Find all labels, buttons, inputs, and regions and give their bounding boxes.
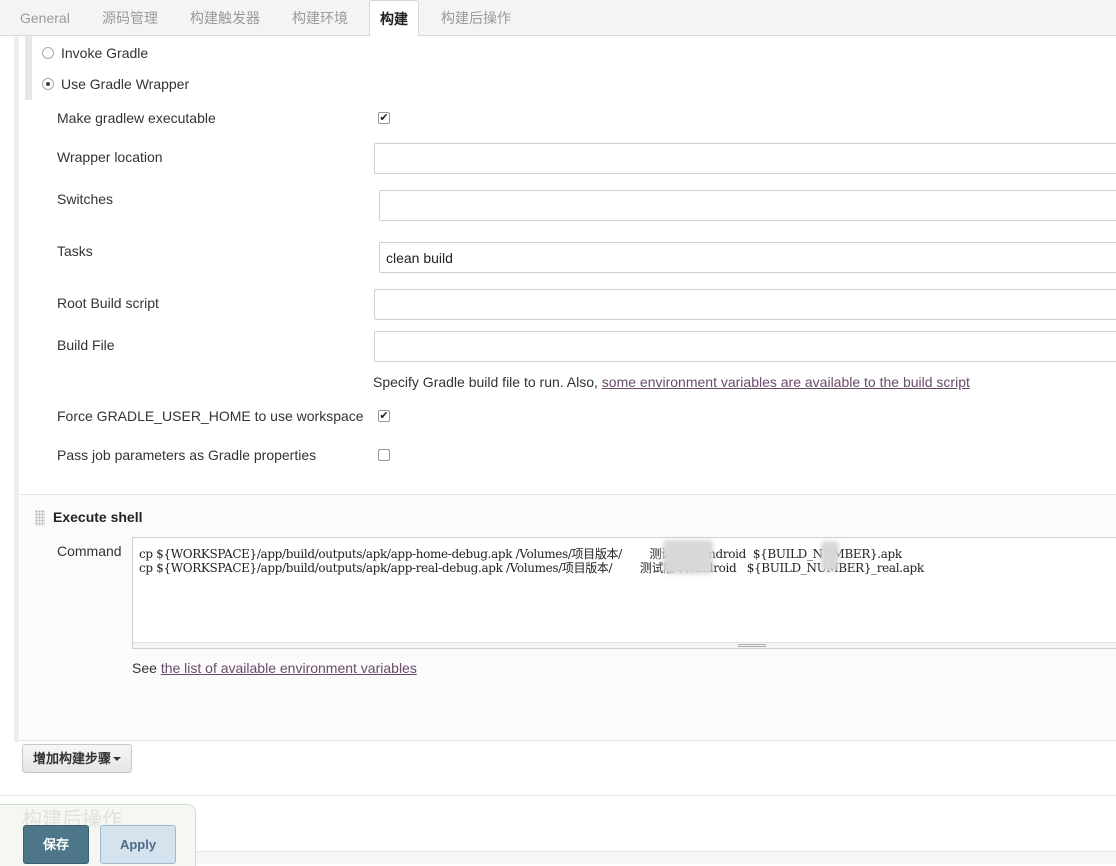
apply-button[interactable]: Apply [100, 825, 176, 864]
tab-post-build[interactable]: 构建后操作 [441, 0, 511, 36]
use-wrapper-label: Use Gradle Wrapper [61, 76, 190, 92]
add-build-step-label: 增加构建步骤 [33, 751, 112, 766]
redaction-blur [663, 540, 713, 574]
pass-job-params-checkbox[interactable] [378, 449, 390, 461]
command-line-2: cp ${WORKSPACE}/app/build/outputs/apk/ap… [139, 561, 924, 575]
invoke-gradle-label: Invoke Gradle [61, 45, 149, 61]
env-vars-build-script-link[interactable]: some environment variables are available… [602, 374, 970, 390]
radio-group-rail [25, 36, 32, 100]
switches-input[interactable] [379, 190, 1116, 221]
tasks-input[interactable] [379, 242, 1116, 273]
build-file-input[interactable] [374, 331, 1116, 362]
build-file-help-text: Specify Gradle build file to run. Also, [373, 374, 602, 390]
tab-general[interactable]: General [20, 0, 70, 36]
command-textarea[interactable]: cp ${WORKSPACE}/app/build/outputs/apk/ap… [132, 537, 1116, 649]
save-button[interactable]: 保存 [23, 825, 89, 864]
env-vars-list-link[interactable]: the list of available environment variab… [161, 660, 417, 676]
root-build-script-label: Root Build script [57, 295, 159, 311]
force-user-home-checkbox[interactable]: ✔ [378, 410, 390, 422]
chevron-down-icon [113, 757, 121, 761]
build-file-label: Build File [57, 337, 115, 353]
redaction-blur [821, 541, 839, 571]
textarea-resize-bar[interactable] [133, 642, 1116, 648]
tab-build[interactable]: 构建 [369, 0, 419, 37]
tab-source-control[interactable]: 源码管理 [102, 0, 158, 36]
invoke-gradle-radio[interactable] [42, 47, 54, 59]
wrapper-location-label: Wrapper location [57, 149, 163, 165]
section-rail [14, 36, 19, 742]
make-executable-label: Make gradlew executable [57, 110, 216, 126]
pass-job-params-label: Pass job parameters as Gradle properties [57, 447, 317, 463]
invoke-gradle-option[interactable]: Invoke Gradle [42, 45, 148, 61]
execute-shell-title: Execute shell [53, 509, 143, 525]
tasks-label: Tasks [57, 243, 93, 259]
force-user-home-label: Force GRADLE_USER_HOME to use workspace [57, 408, 364, 424]
build-file-help: Specify Gradle build file to run. Also, … [373, 374, 970, 390]
tab-build-environment[interactable]: 构建环境 [292, 0, 348, 36]
section-divider [0, 795, 1116, 796]
drag-handle-icon[interactable] [35, 510, 45, 526]
switches-label: Switches [57, 191, 114, 207]
see-prefix: See [132, 660, 161, 676]
env-vars-help: See the list of available environment va… [132, 660, 417, 676]
wrapper-location-input[interactable] [374, 143, 1116, 174]
bottom-strip [196, 851, 1116, 864]
make-executable-checkbox[interactable]: ✔ [378, 112, 390, 124]
use-wrapper-radio[interactable] [42, 78, 54, 90]
tab-bar: General 源码管理 构建触发器 构建环境 构建 构建后操作 [0, 0, 1116, 37]
tab-build-triggers[interactable]: 构建触发器 [190, 0, 260, 36]
use-wrapper-option[interactable]: Use Gradle Wrapper [42, 76, 189, 92]
resize-grip-icon[interactable] [738, 644, 766, 647]
root-build-script-input[interactable] [374, 289, 1116, 320]
add-build-step-button[interactable]: 增加构建步骤 [22, 744, 132, 773]
command-label: Command [57, 543, 122, 559]
